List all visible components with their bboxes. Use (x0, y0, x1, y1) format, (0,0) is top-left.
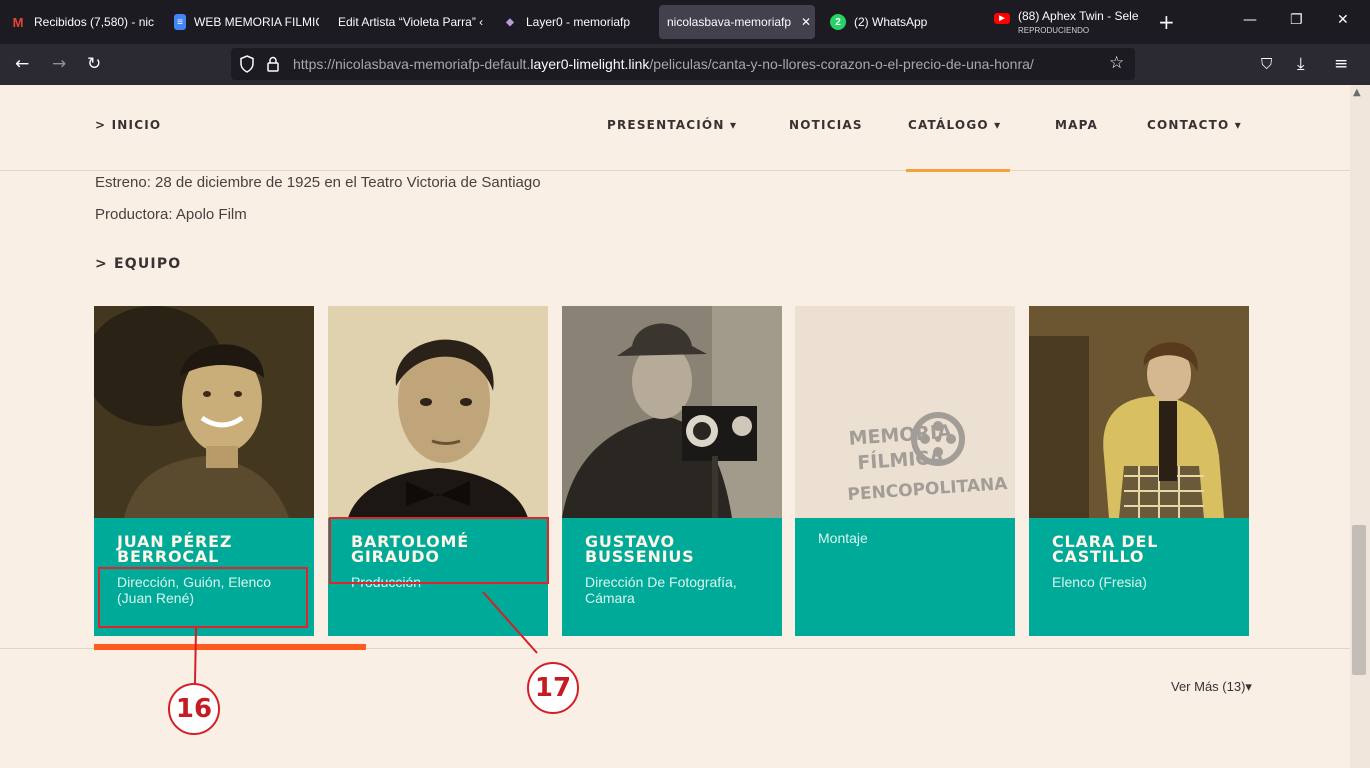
tab-title: WEB MEMORIA FILMIC (194, 15, 319, 29)
scrollbar-thumb[interactable] (1352, 525, 1366, 675)
tab-title: (2) WhatsApp (854, 15, 928, 29)
docs-icon: ≡ (174, 14, 186, 30)
tab-youtube[interactable]: ▶ (88) Aphex Twin - Selec REPRODUCIENDO (994, 0, 1139, 44)
annotation-marker-17: 17 (527, 662, 579, 714)
url-bar[interactable]: https://nicolasbava-memoriafp-default.la… (231, 48, 1135, 80)
tab-layer0[interactable]: ◆ Layer0 - memoriafp (502, 0, 647, 44)
bookmark-star-icon[interactable]: ☆ (1109, 53, 1124, 73)
tab-title: Layer0 - memoriafp (526, 15, 631, 29)
url-text[interactable]: https://nicolasbava-memoriafp-default.la… (293, 56, 1034, 72)
tab-title: Recibidos (7,580) - nic (34, 15, 155, 29)
tab-title: (88) Aphex Twin - Selec (1018, 9, 1139, 23)
tab-edit-artista[interactable]: Edit Artista “Violeta Parra” ‹ (338, 0, 483, 44)
restore-button[interactable]: ❐ (1290, 12, 1303, 28)
minimize-button[interactable]: — (1243, 12, 1257, 28)
layer0-icon: ◆ (506, 16, 514, 28)
download-icon[interactable]: ⤓ (1297, 54, 1305, 74)
tab-gmail[interactable]: M Recibidos (7,580) - nic (10, 0, 155, 44)
lock-icon[interactable] (265, 55, 281, 77)
close-window-button[interactable]: ✕ (1337, 12, 1349, 28)
tab-title: nicolasbava-memoriafp (667, 15, 792, 29)
shield-icon[interactable] (239, 55, 255, 77)
gmail-icon: M (12, 14, 24, 30)
pocket-icon[interactable]: ⛉ (1261, 55, 1272, 73)
close-tab-icon[interactable]: ✕ (801, 15, 811, 29)
tab-active[interactable]: nicolasbava-memoriafp ✕ (659, 5, 815, 39)
new-tab-button[interactable]: + (1158, 10, 1175, 34)
forward-button[interactable]: → (52, 54, 66, 74)
menu-icon[interactable]: ≡ (1334, 54, 1348, 74)
tab-docs[interactable]: ≡ WEB MEMORIA FILMIC (174, 0, 319, 44)
reload-button[interactable]: ↻ (87, 54, 101, 74)
youtube-icon: ▶ (994, 12, 1010, 24)
tab-subtitle: REPRODUCIENDO (1018, 26, 1090, 35)
scroll-up-icon[interactable]: ▲ (1353, 87, 1361, 98)
annotation-lines (194, 591, 538, 684)
web-page: > INICIO PRESENTACIÓN ▾ NOTICIAS CATÁLOG… (0, 85, 1350, 768)
tab-strip: M Recibidos (7,580) - nic ≡ WEB MEMORIA … (0, 0, 1370, 44)
tab-whatsapp[interactable]: 2 (2) WhatsApp (830, 0, 975, 44)
back-button[interactable]: ← (15, 54, 29, 74)
tab-title: Edit Artista “Violeta Parra” ‹ (338, 15, 483, 29)
whatsapp-icon: 2 (830, 14, 846, 30)
annotation-marker-16: 16 (168, 683, 220, 735)
